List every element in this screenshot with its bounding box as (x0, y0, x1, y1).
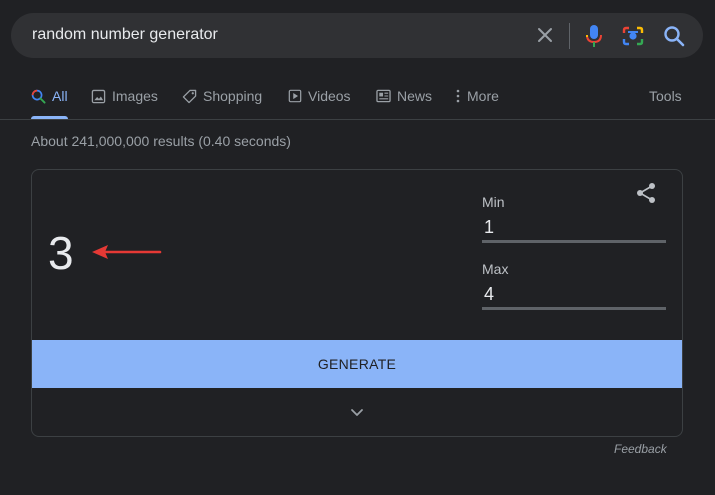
tab-more-label: More (467, 88, 499, 104)
expand-button[interactable] (32, 388, 682, 436)
tab-all-label: All (52, 88, 68, 104)
search-bar-divider (569, 23, 570, 49)
image-icon (91, 89, 106, 103)
share-icon[interactable] (635, 182, 657, 204)
tab-images-label: Images (112, 88, 158, 104)
more-vert-icon (456, 89, 460, 103)
tab-tools[interactable]: Tools (649, 88, 682, 104)
search-input[interactable]: random number generator (32, 26, 218, 44)
tab-all[interactable]: All (31, 88, 68, 104)
min-label: Min (482, 194, 505, 210)
tag-icon (182, 89, 197, 103)
search-results-page: random number generator All Images Shopp… (0, 0, 715, 495)
play-icon (288, 89, 302, 103)
search-bar[interactable]: random number generator (11, 13, 703, 58)
tab-shopping[interactable]: Shopping (182, 88, 262, 104)
max-input[interactable] (482, 282, 666, 310)
clear-icon[interactable] (535, 25, 555, 45)
tab-images[interactable]: Images (91, 88, 158, 104)
min-input[interactable] (482, 215, 666, 243)
search-icon[interactable] (663, 25, 685, 47)
newspaper-icon (376, 89, 391, 103)
lens-camera-icon[interactable] (622, 25, 644, 47)
max-label: Max (482, 261, 509, 277)
tab-videos[interactable]: Videos (288, 88, 351, 104)
generated-number: 3 (48, 227, 74, 279)
tab-shopping-label: Shopping (203, 88, 263, 104)
search-tabs: All Images Shopping Videos News More (0, 80, 715, 120)
generate-button[interactable]: GENERATE (32, 340, 682, 388)
result-stats: About 241,000,000 results (0.40 seconds) (31, 133, 291, 149)
random-number-generator-card: 3 Min Max GENERATE (31, 169, 683, 437)
tab-news-label: News (397, 88, 433, 104)
search-icon (31, 89, 46, 104)
annotation-arrow-icon (90, 242, 162, 262)
chevron-down-icon (351, 408, 363, 416)
tab-videos-label: Videos (308, 88, 351, 104)
microphone-icon[interactable] (584, 24, 604, 48)
tabs-divider (0, 119, 715, 120)
tab-more[interactable]: More (455, 88, 499, 104)
feedback-link[interactable]: Feedback (614, 442, 667, 456)
tab-news[interactable]: News (376, 88, 432, 104)
